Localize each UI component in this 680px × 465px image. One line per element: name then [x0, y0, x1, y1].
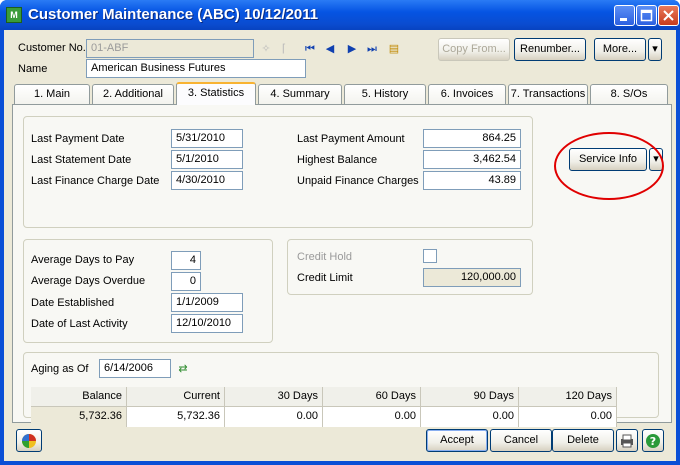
tab-sos[interactable]: 8. S/Os: [590, 84, 668, 104]
tab-strip: 1. Main 2. Additional 3. Statistics 4. S…: [12, 82, 676, 105]
aging-90-value: 0.00: [421, 407, 519, 427]
tab-statistics[interactable]: 3. Statistics: [176, 82, 256, 105]
more-dropdown-button[interactable]: ▾: [648, 38, 662, 61]
service-info-button[interactable]: Service Info: [569, 148, 647, 171]
aging-current-value: 5,732.36: [127, 407, 225, 427]
credit-limit-label: Credit Limit: [297, 272, 353, 284]
tab-additional[interactable]: 2. Additional: [92, 84, 174, 104]
last-finance-charge-date-field[interactable]: 4/30/2010: [171, 171, 243, 190]
close-icon: [663, 10, 674, 21]
last-payment-amount-field[interactable]: 864.25: [423, 129, 521, 148]
chevron-down-icon: ▾: [653, 153, 659, 165]
last-statement-date-label: Last Statement Date: [31, 154, 132, 166]
title-bar[interactable]: M Customer Maintenance (ABC) 10/12/2011: [0, 0, 680, 30]
aging-grid-row: 5,732.36 5,732.36 0.00 0.00 0.00 0.00: [31, 407, 653, 427]
aging-col-90: 90 Days: [421, 387, 519, 407]
window-title: Customer Maintenance (ABC) 10/12/2011: [28, 6, 319, 23]
last-finance-charge-date-label: Last Finance Charge Date: [31, 175, 160, 187]
tab-main[interactable]: 1. Main: [14, 84, 90, 104]
help-icon: ?: [646, 434, 660, 448]
options-button[interactable]: [16, 429, 42, 452]
printer-icon: [621, 434, 633, 448]
aging-col-balance: Balance: [31, 387, 127, 407]
aging-col-30: 30 Days: [225, 387, 323, 407]
svg-text:?: ?: [650, 435, 656, 448]
aging-col-120: 120 Days: [519, 387, 617, 407]
unpaid-finance-charges-label: Unpaid Finance Charges: [297, 175, 419, 187]
minimize-icon: [620, 18, 627, 21]
cancel-button[interactable]: Cancel: [490, 429, 552, 452]
last-payment-amount-label: Last Payment Amount: [297, 133, 405, 145]
print-button[interactable]: [616, 429, 638, 452]
accept-button[interactable]: Accept: [426, 429, 488, 452]
date-last-activity-field[interactable]: 12/10/2010: [171, 314, 243, 333]
chevron-down-icon: ▾: [652, 43, 658, 55]
aging-30-value: 0.00: [225, 407, 323, 427]
date-established-field[interactable]: 1/1/2009: [171, 293, 243, 312]
name-label: Name: [18, 63, 48, 75]
minimize-button[interactable]: [614, 5, 635, 26]
customer-no-label: Customer No.: [18, 42, 86, 54]
notepad-icon[interactable]: ▤: [386, 41, 402, 57]
aging-date-field[interactable]: 6/14/2006: [99, 359, 171, 378]
date-last-activity-label: Date of Last Activity: [31, 318, 128, 330]
last-payment-date-field[interactable]: 5/31/2010: [171, 129, 243, 148]
service-info-dropdown-button[interactable]: ▾: [649, 148, 663, 171]
maximize-icon: [640, 9, 653, 22]
help-button[interactable]: ?: [642, 429, 664, 452]
highest-balance-field[interactable]: 3,462.54: [423, 150, 521, 169]
avg-days-overdue-label: Average Days Overdue: [31, 275, 146, 287]
renumber-button[interactable]: Renumber...: [514, 38, 586, 61]
statistics-panel: Last Payment Date 5/31/2010 Last Stateme…: [12, 104, 672, 427]
date-established-label: Date Established: [31, 297, 115, 309]
copy-from-button[interactable]: Copy From...: [438, 38, 510, 61]
avg-days-overdue-field[interactable]: 0: [171, 272, 201, 291]
tab-transactions[interactable]: 7. Transactions: [508, 84, 588, 104]
aging-as-of-label: Aging as Of: [31, 363, 89, 375]
avg-days-to-pay-label: Average Days to Pay: [31, 254, 135, 266]
customer-no-field[interactable]: 01-ABF: [86, 39, 254, 58]
refresh-aging-icon[interactable]: ⇄: [175, 361, 191, 377]
aging-col-60: 60 Days: [323, 387, 421, 407]
tab-history[interactable]: 5. History: [344, 84, 426, 104]
next-record-icon[interactable]: ▶: [344, 41, 360, 57]
customer-maintenance-window: M Customer Maintenance (ABC) 10/12/2011 …: [0, 0, 680, 465]
client-area: Customer No. 01-ABF ✧ ⌈ ⏮ ◀ ▶ ⏭ ▤ Copy F…: [4, 30, 676, 461]
new-record-icon[interactable]: ⌈: [276, 41, 292, 57]
aging-grid-header: Balance Current 30 Days 60 Days 90 Days …: [31, 387, 653, 407]
name-field[interactable]: American Business Futures: [86, 59, 306, 78]
more-button[interactable]: More...: [594, 38, 646, 61]
previous-record-icon[interactable]: ◀: [322, 41, 338, 57]
close-button[interactable]: [658, 5, 679, 26]
tab-summary[interactable]: 4. Summary: [258, 84, 342, 104]
delete-button[interactable]: Delete: [552, 429, 614, 452]
credit-limit-field[interactable]: 120,000.00: [423, 268, 521, 287]
maximize-button[interactable]: [636, 5, 657, 26]
lookup-icon[interactable]: ✧: [258, 41, 274, 57]
tab-invoices[interactable]: 6. Invoices: [428, 84, 506, 104]
last-statement-date-field[interactable]: 5/1/2010: [171, 150, 243, 169]
credit-hold-label: Credit Hold: [297, 251, 353, 263]
last-record-icon[interactable]: ⏭: [364, 41, 380, 57]
credit-hold-checkbox[interactable]: [423, 249, 437, 263]
last-payment-date-label: Last Payment Date: [31, 133, 125, 145]
first-record-icon[interactable]: ⏮: [302, 41, 318, 57]
avg-days-to-pay-field[interactable]: 4: [171, 251, 201, 270]
unpaid-finance-charges-field[interactable]: 43.89: [423, 171, 521, 190]
aging-col-current: Current: [127, 387, 225, 407]
highest-balance-label: Highest Balance: [297, 154, 378, 166]
color-wheel-icon: [22, 434, 36, 448]
aging-120-value: 0.00: [519, 407, 617, 427]
spreadsheet-app-icon: M: [6, 7, 22, 23]
aging-60-value: 0.00: [323, 407, 421, 427]
aging-balance-value: 5,732.36: [31, 407, 127, 427]
